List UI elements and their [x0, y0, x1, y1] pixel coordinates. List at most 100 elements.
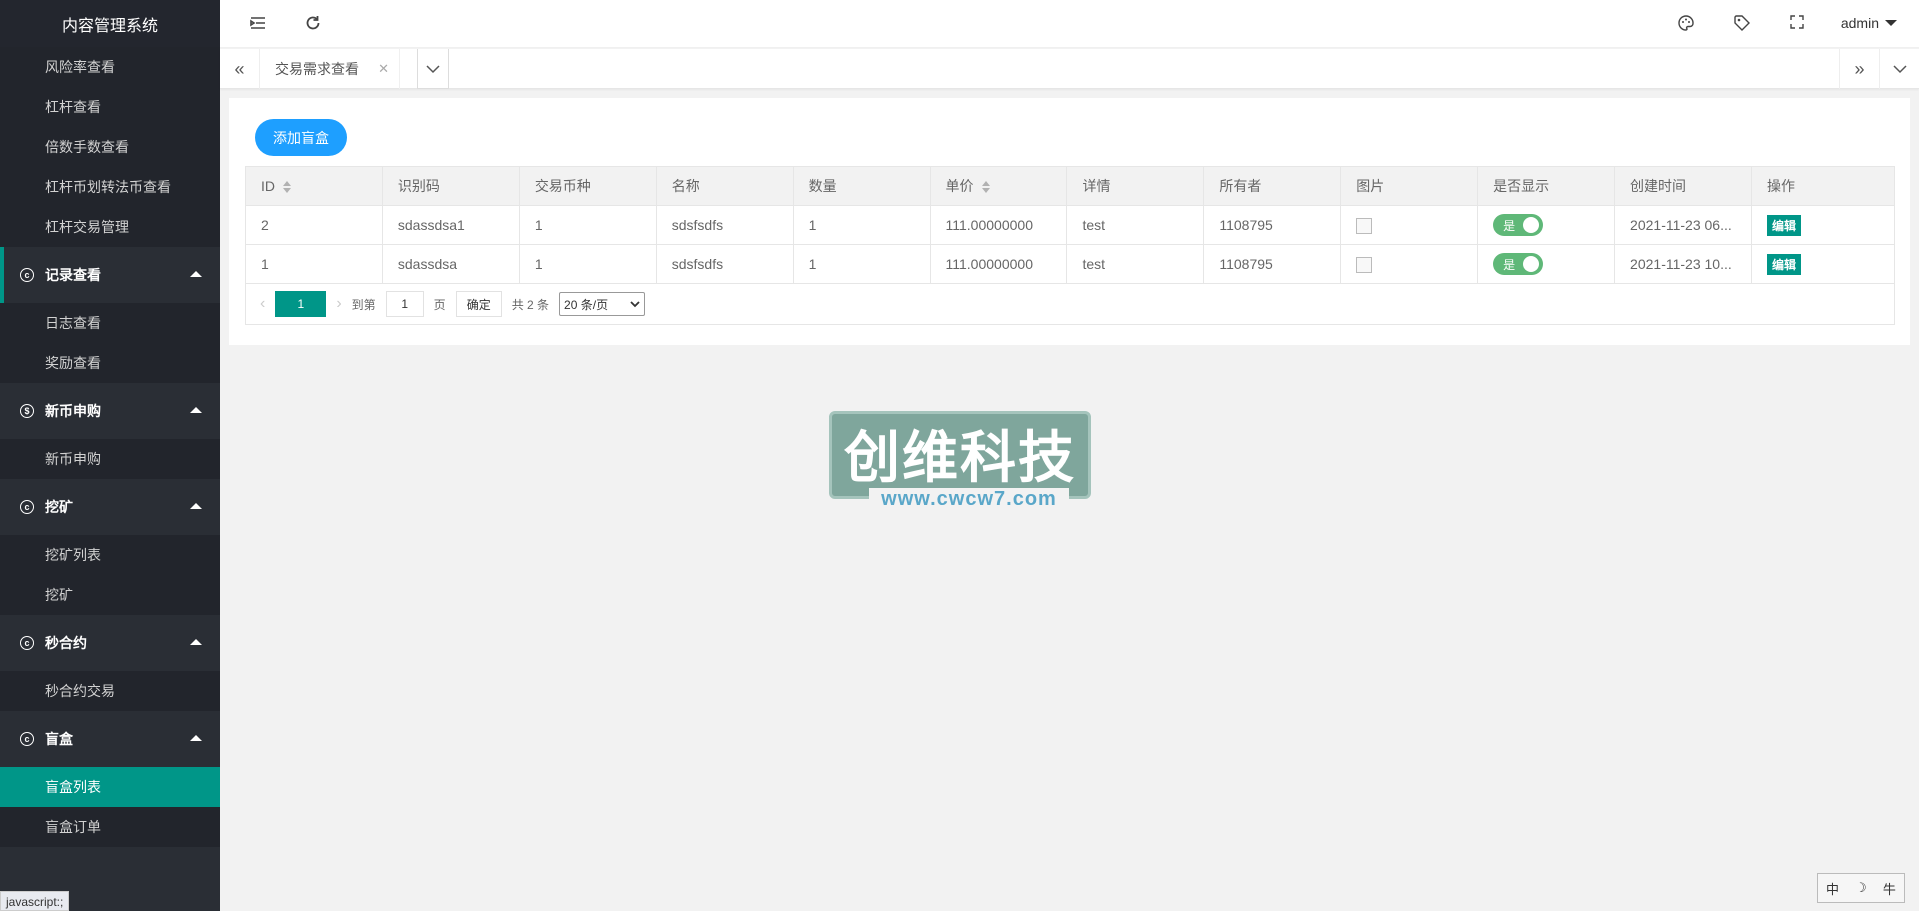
col-header-show: 是否显示 [1477, 166, 1616, 206]
tab-trade-demand[interactable]: 交易需求查看 ✕ [260, 49, 400, 89]
table-header-row: ID 识别码 交易币种 名称 数量 单价 详情 所有者 图片 是否显示 创建时间… [245, 166, 1895, 206]
watermark-logo: 创维科技 www.cwcw7.com [829, 411, 1091, 511]
page-label: 页 [433, 297, 446, 312]
cell-detail: test [1066, 205, 1205, 245]
broken-image-icon[interactable] [1356, 256, 1373, 273]
sidebar-group-label: 挖矿 [45, 499, 73, 515]
mining-icon: c [20, 500, 34, 514]
cell-image [1340, 205, 1479, 245]
sidebar-item-leverage-transfer[interactable]: 杠杆币划转法币查看 [0, 167, 220, 207]
app-title: 内容管理系统 [0, 0, 220, 47]
content-panel: 添加盲盒 ID 识别码 交易币种 名称 数量 单价 详情 所有者 图片 是否显示… [229, 98, 1910, 345]
edit-button[interactable]: 编辑 [1767, 253, 1802, 275]
col-header-created: 创建时间 [1614, 166, 1753, 206]
page-size-select[interactable]: 20 条/页 [559, 292, 646, 316]
col-header-action: 操作 [1751, 166, 1895, 206]
col-header-currency: 交易币种 [518, 166, 657, 206]
sidebar-item-blind-box-orders[interactable]: 盲盒订单 [0, 807, 220, 847]
cell-owner: 1108795 [1203, 244, 1342, 284]
cell-show: 是 [1477, 205, 1616, 245]
sidebar-item-risk-rate[interactable]: 风险率查看 [0, 47, 220, 87]
theme-palette-icon[interactable] [1676, 14, 1696, 34]
sidebar-item-contract-trade[interactable]: 秒合约交易 [0, 671, 220, 711]
col-header-qty: 数量 [792, 166, 931, 206]
sidebar-group-new-coin[interactable]: $ 新币申购 [0, 383, 220, 439]
sort-icon[interactable] [981, 181, 990, 194]
goto-confirm-button[interactable]: 确定 [455, 291, 502, 317]
sidebar: 内容管理系统 风险率查看 杠杆查看 倍数手数查看 杠杆币划转法币查看 杠杆交易管… [0, 0, 220, 911]
cell-price: 111.00000000 [929, 244, 1068, 284]
broken-image-icon[interactable] [1356, 217, 1373, 234]
table-row: 2 sdassdsa1 1 sdsfsdfs 1 111.00000000 te… [245, 205, 1895, 245]
cell-currency: 1 [518, 244, 657, 284]
cell-qty: 1 [792, 244, 931, 284]
cell-owner: 1108795 [1203, 205, 1342, 245]
goto-page-input[interactable]: 1 [385, 291, 424, 317]
prev-page-icon[interactable]: ‹ [260, 295, 265, 313]
col-header-price[interactable]: 单价 [929, 166, 1068, 206]
tag-icon[interactable] [1732, 14, 1752, 34]
sidebar-item-leverage-trade[interactable]: 杠杆交易管理 [0, 207, 220, 247]
sidebar-item-new-coin[interactable]: 新币申购 [0, 439, 220, 479]
caret-down-icon [1885, 20, 1897, 26]
col-header-image: 图片 [1340, 166, 1479, 206]
page-current[interactable]: 1 [275, 291, 327, 317]
user-menu[interactable]: admin [1841, 15, 1897, 31]
cell-name: sdsfsdfs [655, 244, 794, 284]
sidebar-item-multiplier[interactable]: 倍数手数查看 [0, 127, 220, 167]
cell-detail: test [1066, 244, 1205, 284]
sidebar-group-label: 秒合约 [45, 635, 87, 651]
tab-label: 交易需求查看 [275, 61, 359, 77]
sidebar-group-blind-box[interactable]: c 盲盒 [0, 711, 220, 767]
record-icon: c [20, 268, 34, 282]
chevron-up-icon [190, 735, 202, 741]
cell-currency: 1 [518, 205, 657, 245]
status-bar-link: javascript:; [0, 891, 70, 911]
chevron-up-icon [190, 503, 202, 509]
menu-fold-icon[interactable] [248, 14, 268, 34]
ime-indicator[interactable]: 中 ☽ 牛 [1817, 873, 1905, 903]
show-toggle[interactable]: 是 [1493, 214, 1544, 236]
sidebar-group-contract[interactable]: c 秒合约 [0, 615, 220, 671]
col-header-name: 名称 [655, 166, 794, 206]
total-count: 共 2 条 [511, 297, 550, 312]
sidebar-item-leverage[interactable]: 杠杆查看 [0, 87, 220, 127]
tabs-menu-icon[interactable] [1879, 49, 1919, 89]
edit-button[interactable]: 编辑 [1767, 214, 1802, 236]
cell-code: sdassdsa [381, 244, 520, 284]
sidebar-item-mining[interactable]: 挖矿 [0, 575, 220, 615]
dollar-icon: $ [20, 404, 34, 418]
table-row: 1 sdassdsa 1 sdsfsdfs 1 111.00000000 tes… [245, 244, 1895, 284]
sidebar-item-logs[interactable]: 日志查看 [0, 303, 220, 343]
sort-icon[interactable] [283, 181, 291, 194]
pager-row: ‹ 1 › 到第 1 页 确定 共 2 条 20 条/页 [245, 283, 1895, 325]
blind-box-table: ID 识别码 交易币种 名称 数量 单价 详情 所有者 图片 是否显示 创建时间… [245, 166, 1895, 325]
sidebar-group-label: 新币申购 [45, 403, 101, 419]
col-header-id[interactable]: ID [245, 166, 383, 206]
sidebar-item-mining-list[interactable]: 挖矿列表 [0, 535, 220, 575]
cell-price: 111.00000000 [929, 205, 1068, 245]
top-header: admin [220, 0, 1919, 48]
show-toggle[interactable]: 是 [1493, 253, 1544, 275]
tabs-scroll-left-icon[interactable]: « [220, 49, 260, 89]
fullscreen-icon[interactable] [1787, 14, 1807, 34]
next-page-icon[interactable]: › [336, 295, 341, 313]
tab-dropdown-icon[interactable] [417, 49, 449, 89]
cell-code: sdassdsa1 [381, 205, 520, 245]
tabs-scroll-right-icon[interactable]: » [1839, 49, 1879, 89]
sidebar-group-records[interactable]: c 记录查看 [0, 247, 220, 303]
sidebar-item-blind-box-list[interactable]: 盲盒列表 [0, 767, 220, 807]
pagination: ‹ 1 › 到第 1 页 确定 共 2 条 20 条/页 [247, 285, 1894, 324]
tabs-bar: « 交易需求查看 ✕ » [220, 49, 1919, 89]
goto-label: 到第 [351, 297, 376, 312]
sidebar-group-mining[interactable]: c 挖矿 [0, 479, 220, 535]
close-icon[interactable]: ✕ [378, 61, 389, 77]
sidebar-top-list: 风险率查看 杠杆查看 倍数手数查看 杠杆币划转法币查看 杠杆交易管理 [0, 47, 220, 247]
refresh-icon[interactable] [303, 14, 323, 34]
add-blind-box-button[interactable]: 添加盲盒 [255, 119, 347, 156]
cell-show: 是 [1477, 244, 1616, 284]
chevron-up-icon [190, 639, 202, 645]
sidebar-item-rewards[interactable]: 奖励查看 [0, 343, 220, 383]
cell-image [1340, 244, 1479, 284]
watermark-url: www.cwcw7.com [869, 488, 1069, 511]
